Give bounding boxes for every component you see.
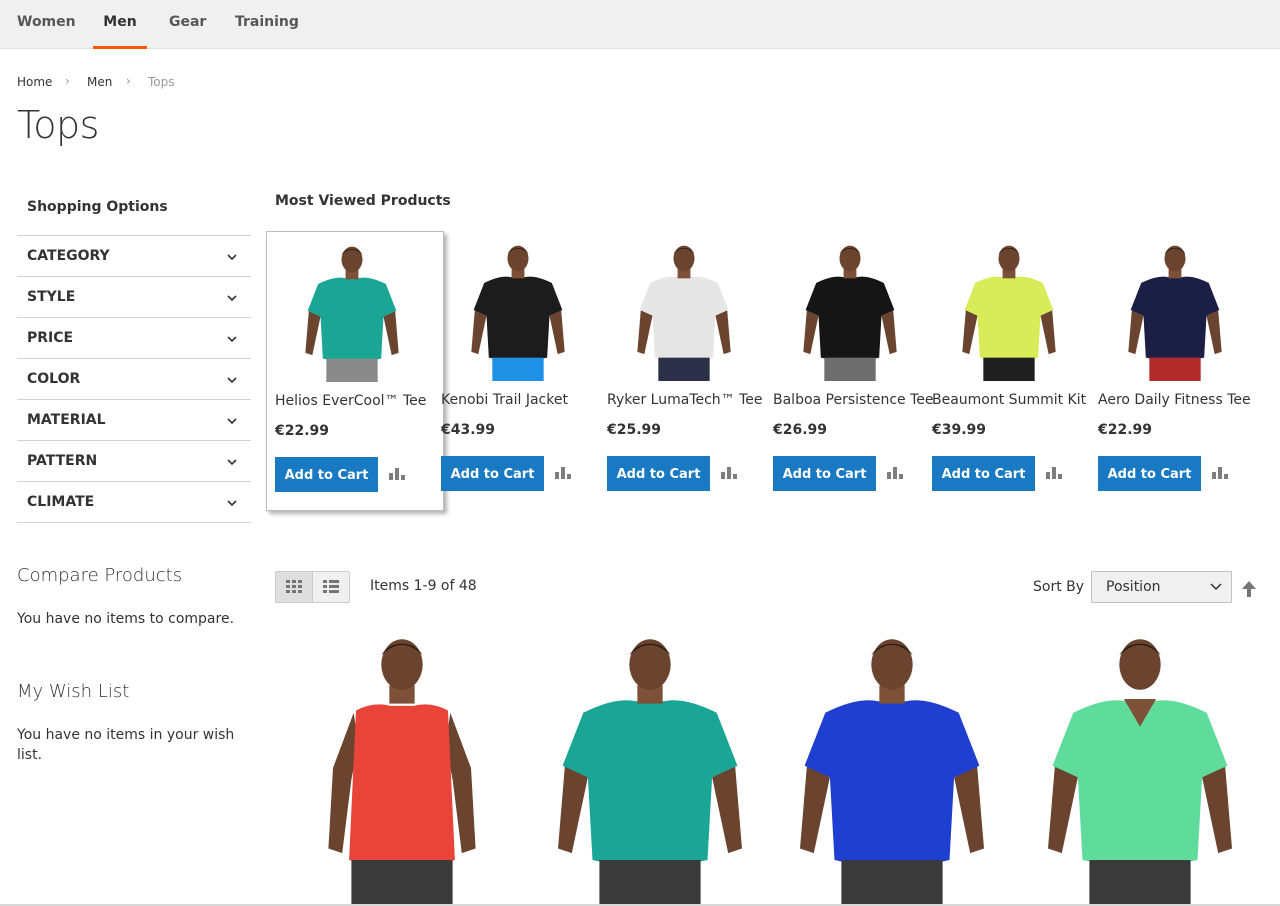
add-to-compare-icon[interactable] — [554, 465, 572, 481]
breadcrumb-current: Tops — [148, 75, 175, 89]
product-name[interactable]: Aero Daily Fitness Tee — [1098, 392, 1251, 408]
add-to-cart-button[interactable]: Add to Cart — [607, 456, 710, 491]
sort-by-label: Sort By — [1033, 579, 1085, 595]
add-to-compare-icon[interactable] — [1045, 465, 1063, 481]
most-viewed-product: Beaumont Summit Kit €39.99 Add to Cart — [923, 231, 1101, 511]
product-image[interactable] — [934, 241, 1084, 381]
filter-category[interactable]: Category — [17, 236, 251, 277]
filter-pattern[interactable]: Pattern — [17, 441, 251, 482]
add-to-compare-icon[interactable] — [388, 466, 406, 482]
list-icon — [323, 580, 339, 593]
product-price: €25.99 — [607, 422, 662, 438]
chevron-down-icon — [227, 459, 237, 466]
chevron-down-icon — [227, 418, 237, 425]
most-viewed-product: Aero Daily Fitness Tee €22.99 Add to Car… — [1089, 231, 1267, 511]
product-image[interactable] — [1025, 630, 1255, 906]
product-name[interactable]: Beaumont Summit Kit — [932, 392, 1086, 408]
add-to-cart-button[interactable]: Add to Cart — [441, 456, 544, 491]
nav-item-training[interactable]: Training — [235, 0, 299, 49]
product-name[interactable]: Kenobi Trail Jacket — [441, 392, 568, 408]
product-image[interactable] — [277, 242, 427, 382]
sort-by-select[interactable]: Position — [1091, 571, 1232, 603]
product-image[interactable] — [1100, 241, 1250, 381]
product-price: €43.99 — [441, 422, 496, 438]
filter-label: Style — [27, 289, 76, 305]
wishlist-title: My Wish List — [17, 681, 130, 702]
add-to-compare-icon[interactable] — [1211, 465, 1229, 481]
add-to-cart-button[interactable]: Add to Cart — [1098, 456, 1201, 491]
product-price: €39.99 — [932, 422, 987, 438]
chevron-down-icon — [227, 336, 237, 343]
filter-label: Climate — [27, 494, 95, 510]
add-to-cart-button[interactable]: Add to Cart — [773, 456, 876, 491]
add-to-compare-icon[interactable] — [720, 465, 738, 481]
wishlist-empty-text: You have no items in your wish list. — [17, 727, 235, 763]
product-item[interactable] — [1025, 630, 1255, 906]
list-view-button[interactable] — [312, 571, 350, 603]
most-viewed-product: Helios EverCool™ Tee €22.99 Add to Cart — [266, 231, 444, 511]
chevron-down-icon — [1210, 583, 1222, 591]
product-name[interactable]: Ryker LumaTech™ Tee — [607, 392, 763, 408]
filter-style[interactable]: Style — [17, 277, 251, 318]
chevron-down-icon — [227, 377, 237, 384]
filter-label: Category — [27, 248, 110, 264]
product-item[interactable] — [535, 630, 765, 906]
chevron-down-icon — [227, 295, 237, 302]
product-item[interactable] — [287, 630, 517, 906]
filter-material[interactable]: Material — [17, 400, 251, 441]
chevron-down-icon — [227, 254, 237, 261]
filter-list: Category Style Price Color Material Patt… — [17, 235, 251, 523]
chevron-down-icon — [227, 500, 237, 507]
add-to-cart-button[interactable]: Add to Cart — [275, 457, 378, 492]
filter-color[interactable]: Color — [17, 359, 251, 400]
breadcrumb-separator-icon: › — [126, 74, 131, 88]
product-item[interactable] — [777, 630, 1007, 906]
nav-item-men[interactable]: Men — [93, 0, 147, 49]
compare-empty-text: You have no items to compare. — [17, 611, 235, 627]
product-image[interactable] — [609, 241, 759, 381]
most-viewed-product: Balboa Persistence Tee €26.99 Add to Car… — [764, 231, 942, 511]
filter-price[interactable]: Price — [17, 318, 251, 359]
product-image[interactable] — [443, 241, 593, 381]
filter-label: Material — [27, 412, 106, 428]
items-count: Items 1-9 of 48 — [370, 578, 477, 594]
product-price: €26.99 — [773, 422, 828, 438]
nav-item-gear[interactable]: Gear — [169, 0, 206, 49]
most-viewed-title: Most Viewed Products — [275, 193, 451, 209]
add-to-cart-button[interactable]: Add to Cart — [932, 456, 1035, 491]
product-name[interactable]: Balboa Persistence Tee — [773, 392, 933, 408]
product-name[interactable]: Helios EverCool™ Tee — [275, 393, 426, 409]
breadcrumb-home[interactable]: Home — [17, 75, 52, 89]
product-price: €22.99 — [275, 423, 330, 439]
nav-item-women[interactable]: Women — [17, 0, 76, 49]
most-viewed-product: Kenobi Trail Jacket €43.99 Add to Cart — [432, 231, 610, 511]
add-to-compare-icon[interactable] — [886, 465, 904, 481]
shopping-options-title: Shopping Options — [27, 199, 168, 215]
filter-climate[interactable]: Climate — [17, 482, 251, 523]
grid-view-button[interactable] — [275, 571, 313, 603]
filter-label: Pattern — [27, 453, 98, 469]
page-title: Tops — [17, 103, 99, 147]
breadcrumb-separator-icon: › — [65, 74, 70, 88]
filter-label: Price — [27, 330, 74, 346]
compare-products-title: Compare Products — [17, 565, 183, 586]
sort-by-value: Position — [1106, 579, 1161, 595]
top-navigation: Women Men Gear Training — [0, 0, 1280, 49]
product-price: €22.99 — [1098, 422, 1153, 438]
product-image[interactable] — [535, 630, 765, 906]
breadcrumb-men[interactable]: Men — [87, 75, 112, 89]
filter-label: Color — [27, 371, 81, 387]
product-image[interactable] — [287, 630, 517, 906]
most-viewed-product: Ryker LumaTech™ Tee €25.99 Add to Cart — [598, 231, 776, 511]
product-image[interactable] — [775, 241, 925, 381]
grid-icon — [286, 580, 302, 593]
product-image[interactable] — [777, 630, 1007, 906]
sort-direction-arrow-icon[interactable] — [1241, 580, 1257, 598]
